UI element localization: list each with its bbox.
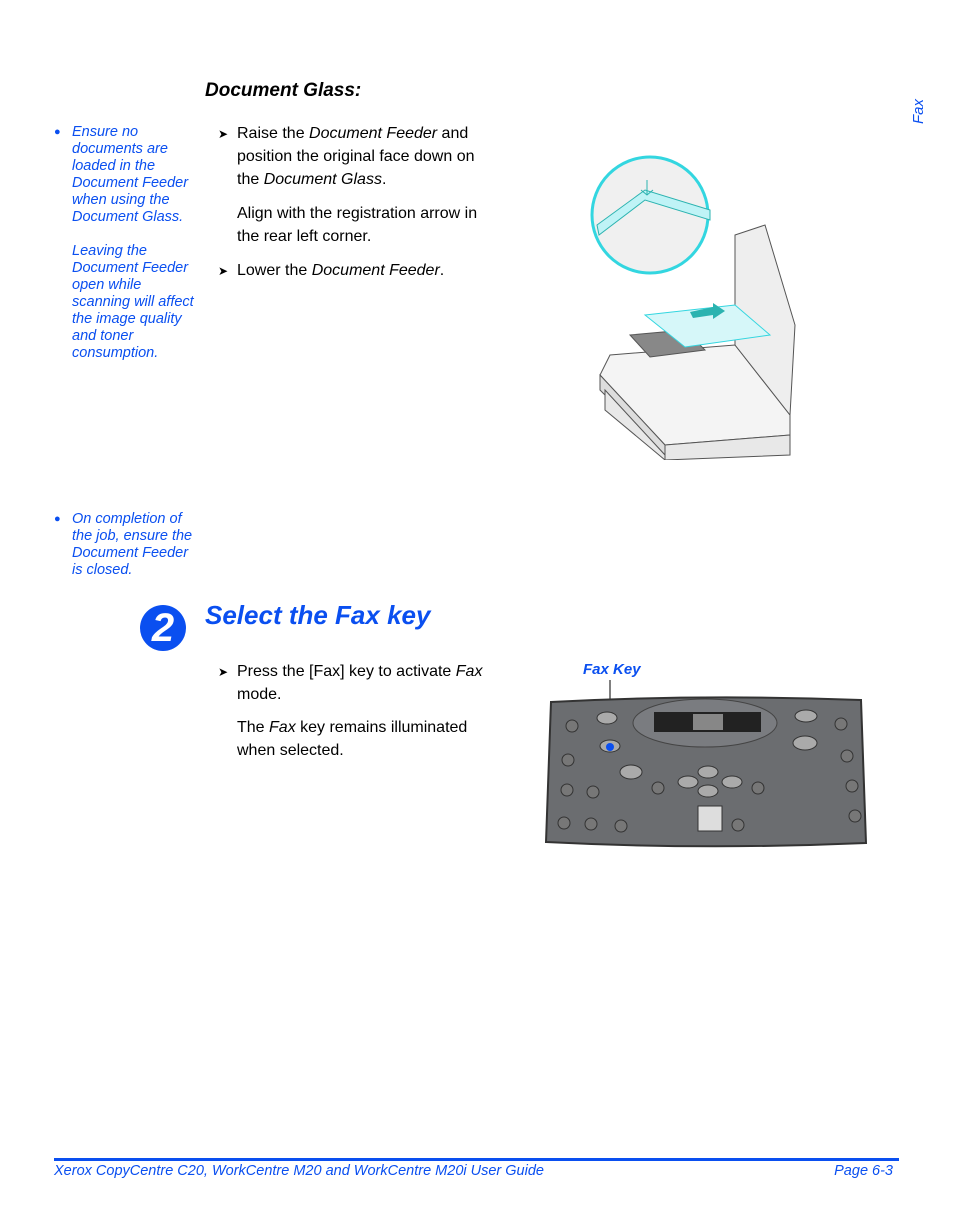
paragraph-text: The Fax key remains illuminated when sel… xyxy=(237,719,468,759)
side-note-2: On completion of the job, ensure the Doc… xyxy=(72,511,193,578)
note-text: Leaving the Document Feeder open while s… xyxy=(72,243,194,361)
side-tab: Fax xyxy=(910,98,927,124)
chevron-right-icon: ➤ xyxy=(218,665,229,679)
side-note: Ensure no documents are loaded in the Do… xyxy=(72,124,197,362)
step-text: Press the [Fax] key to activate Fax mode… xyxy=(237,663,483,703)
step-number: 2 xyxy=(140,605,186,651)
control-panel-illustration xyxy=(544,680,868,848)
section-heading: Document Glass: xyxy=(205,80,362,101)
step-text: Raise the Document Feeder and position t… xyxy=(237,125,475,188)
footer-guide-title: Xerox CopyCentre C20, WorkCentre M20 and… xyxy=(54,1163,544,1179)
page: Fax Document Glass: ● Ensure no document… xyxy=(0,0,954,1227)
section-title: Select the Fax key xyxy=(205,600,431,630)
note-text: Ensure no documents are loaded in the Do… xyxy=(72,124,189,225)
chevron-right-icon: ➤ xyxy=(218,264,229,278)
step-text: Lower the Document Feeder. xyxy=(237,262,445,279)
footer-page-number: Page 6-3 xyxy=(834,1163,893,1179)
footer-rule xyxy=(54,1158,899,1161)
bullet-icon: ● xyxy=(54,126,61,138)
align-text: Align with the registration arrow in the… xyxy=(237,205,478,245)
printer-illustration xyxy=(590,155,796,460)
chevron-right-icon: ➤ xyxy=(218,127,229,141)
fax-key-callout: Fax Key xyxy=(583,661,641,678)
bullet-icon: ● xyxy=(54,513,61,525)
